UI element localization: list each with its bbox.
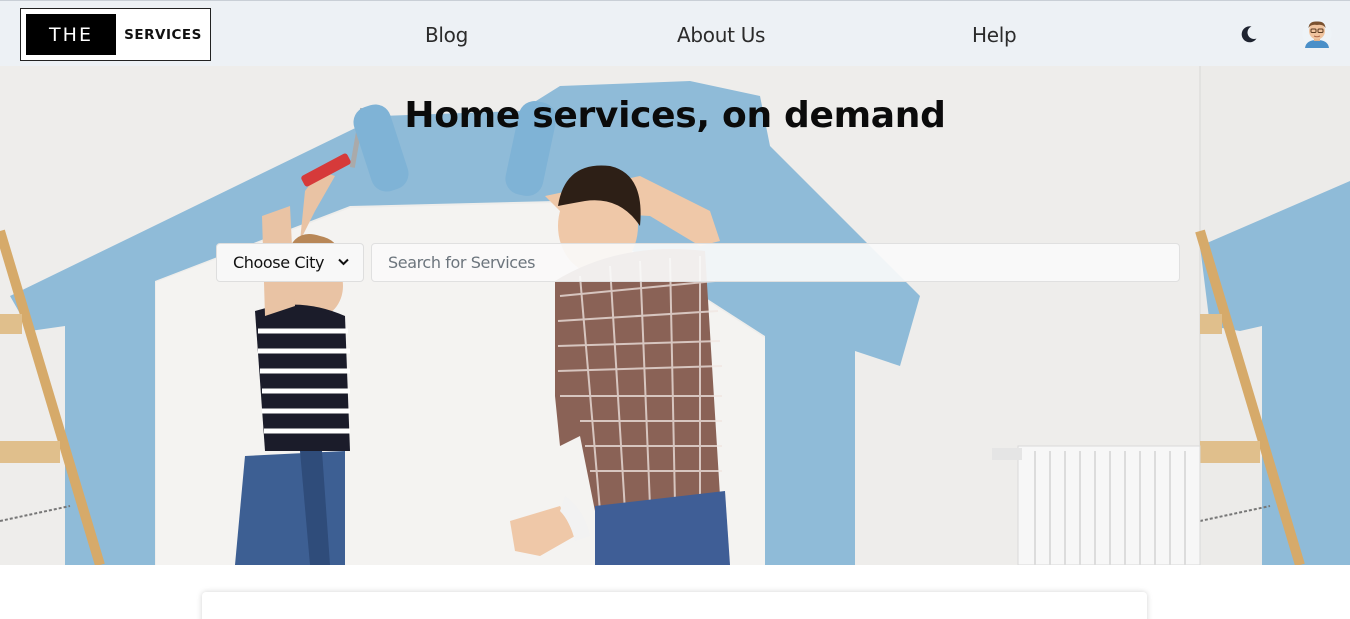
chevron-down-icon: [338, 258, 349, 266]
hero-background-image: [0, 66, 1350, 565]
nav-link-blog[interactable]: Blog: [425, 23, 468, 47]
search-input[interactable]: [371, 243, 1180, 282]
city-select-value: Choose City: [233, 253, 325, 272]
nav-link-about-us[interactable]: About Us: [677, 23, 765, 47]
content-card: [202, 592, 1147, 619]
navbar: THE SERVICES Blog About Us Help: [0, 0, 1350, 66]
brand-logo[interactable]: THE SERVICES: [20, 8, 211, 61]
nav-link-help[interactable]: Help: [972, 23, 1017, 47]
hero-banner: Home services, on demand Choose City: [0, 66, 1350, 565]
city-select[interactable]: Choose City: [216, 243, 364, 282]
logo-left-text: THE: [26, 14, 116, 55]
logo-right-text: SERVICES: [124, 26, 202, 43]
moon-icon[interactable]: [1238, 23, 1260, 45]
user-avatar[interactable]: [1302, 18, 1332, 50]
hero-title: Home services, on demand: [404, 95, 946, 136]
